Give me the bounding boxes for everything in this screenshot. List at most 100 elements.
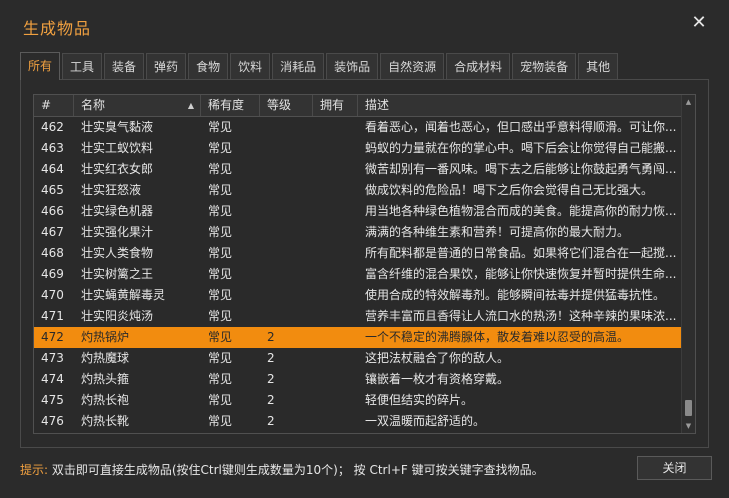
cell-id: 464 [41,162,64,176]
table-row[interactable]: 467 壮实强化果汁 常见 满满的各种维生素和营养！可提高你的最大耐力。 [34,222,682,243]
table-row[interactable]: 472 灼热锅炉 常见 2 一个不稳定的沸腾腺体，散发着难以忍受的高温。 [34,327,682,348]
item-table: # 名称 ▲ 稀有度 等级 拥有 描述 462 壮实臭气黏液 常见 看着恶心，闻着也恶… [33,94,696,434]
cell-id: 467 [41,225,64,239]
cell-owned [313,411,358,432]
tab-10[interactable]: 宠物装备 [512,53,577,79]
cell-owned [313,243,358,264]
cell-owned [313,306,358,327]
scroll-down-arrow-icon[interactable]: ▼ [682,419,695,433]
cell-id: 474 [41,372,64,386]
cell-rarity: 常见 [208,372,233,386]
tab-1[interactable]: 工具 [62,53,103,79]
cell-desc: 微苦却别有一番风味。喝下去之后能够让你鼓起勇气勇闯... [365,162,677,176]
cell-id: 468 [41,246,64,260]
table-row[interactable]: 469 壮实树篱之王 常见 富含纤维的混合果饮，能够让你快速恢复并暂时提供生命... [34,264,682,285]
cell-rarity: 常见 [208,204,233,218]
tab-9[interactable]: 合成材料 [446,53,511,79]
cell-owned [313,180,358,201]
cell-desc: 蚂蚁的力量就在你的掌心中。喝下后会让你觉得自己能搬... [365,141,677,155]
cell-rarity: 常见 [208,246,233,260]
cell-name: 灼热魔球 [81,351,130,365]
cell-owned [313,117,358,138]
cell-id: 462 [41,120,64,134]
cell-id: 472 [41,330,64,344]
tab-11[interactable]: 其他 [578,53,619,79]
tab-2[interactable]: 装备 [104,53,145,79]
cell-desc: 轻便但结实的碎片。 [365,393,474,407]
column-header-owned[interactable]: 拥有 [313,95,358,116]
column-header-name-label: 名称 [81,98,106,112]
cell-level: 2 [267,372,275,386]
cell-level [260,285,313,306]
cell-desc: 所有配料都是普通的日常食品。如果将它们混合在一起搅... [365,246,677,260]
cell-level [260,138,313,159]
cell-owned [313,390,358,411]
cell-desc: 使用合成的特效解毒剂。能够瞬间祛毒并提供猛毒抗性。 [365,288,666,302]
category-tabs: 所有 工具 装备 弹药 食物 饮料 消耗品 装饰品 自然资源 合成材料 宠物装备 其他 [20,52,620,80]
column-header-description[interactable]: 描述 [358,95,682,116]
hint-text: 双击即可直接生成物品(按住Ctrl键则生成数量为10个)； 按 Ctrl+F 键… [48,463,544,477]
table-row[interactable]: 468 壮实人类食物 常见 所有配料都是普通的日常食品。如果将它们混合在一起搅... [34,243,682,264]
tab-8[interactable]: 自然资源 [380,53,445,79]
cell-rarity: 常见 [208,309,233,323]
cell-id: 471 [41,309,64,323]
cell-owned [313,222,358,243]
table-row[interactable]: 474 灼热头箍 常见 2 镶嵌着一枚才有资格穿戴。 [34,369,682,390]
table-row[interactable]: 463 壮实工蚁饮料 常见 蚂蚁的力量就在你的掌心中。喝下后会让你觉得自己能搬... [34,138,682,159]
close-icon[interactable]: ✕ [689,13,709,33]
close-button[interactable]: 关闭 [637,456,712,480]
table-row[interactable]: 462 壮实臭气黏液 常见 看着恶心，闻着也恶心，但口感出乎意料得顺滑。可让你... [34,117,682,138]
cell-rarity: 常见 [208,120,233,134]
cell-desc: 这把法杖融合了你的敌人。 [365,351,510,365]
cell-desc: 看着恶心，闻着也恶心，但口感出乎意料得顺滑。可让你... [365,120,677,134]
cell-rarity: 常见 [208,351,233,365]
tab-0[interactable]: 所有 [20,52,61,80]
cell-owned [313,159,358,180]
cell-level: 2 [267,393,275,407]
cell-desc: 满满的各种维生素和营养！可提高你的最大耐力。 [365,225,630,239]
tab-6[interactable]: 消耗品 [272,53,325,79]
scroll-up-arrow-icon[interactable]: ▲ [682,95,695,109]
cell-name: 灼热长袍 [81,393,130,407]
cell-rarity: 常见 [208,288,233,302]
cell-id: 470 [41,288,64,302]
cell-level [260,306,313,327]
cell-owned [313,138,358,159]
cell-desc: 用当地各种绿色植物混合而成的美食。能提高你的耐力恢... [365,204,677,218]
cell-name: 壮实工蚁饮料 [81,141,154,155]
table-row[interactable]: 470 壮实蝇黄解毒灵 常见 使用合成的特效解毒剂。能够瞬间祛毒并提供猛毒抗性。 [34,285,682,306]
cell-level [260,201,313,222]
table-row[interactable]: 465 壮实狂怒液 常见 做成饮料的危险品！喝下之后你会觉得自己无比强大。 [34,180,682,201]
cell-rarity: 常见 [208,330,233,344]
scrollbar-thumb[interactable] [685,400,692,416]
cell-owned [313,369,358,390]
column-header-name[interactable]: 名称 ▲ [74,95,201,116]
column-header-level[interactable]: 等级 [260,95,313,116]
tab-3[interactable]: 弹药 [146,53,187,79]
cell-name: 壮实蝇黄解毒灵 [81,288,166,302]
tab-7[interactable]: 装饰品 [326,53,379,79]
cell-owned [313,327,358,348]
table-row[interactable]: 475 灼热长袍 常见 2 轻便但结实的碎片。 [34,390,682,411]
cell-name: 灼热头箍 [81,372,130,386]
cell-name: 灼热长靴 [81,414,130,428]
table-body: 462 壮实臭气黏液 常见 看着恶心，闻着也恶心，但口感出乎意料得顺滑。可让你... 4… [34,117,682,432]
table-row[interactable]: 466 壮实绿色机器 常见 用当地各种绿色植物混合而成的美食。能提高你的耐力恢... [34,201,682,222]
column-header-rarity[interactable]: 稀有度 [201,95,260,116]
cell-id: 466 [41,204,64,218]
tab-4[interactable]: 食物 [188,53,229,79]
column-header-id[interactable]: # [34,95,74,116]
table-row[interactable]: 464 壮实红衣女郎 常见 微苦却别有一番风味。喝下去之后能够让你鼓起勇气勇闯... [34,159,682,180]
tab-5[interactable]: 饮料 [230,53,271,79]
cell-level: 2 [267,414,275,428]
cell-rarity: 常见 [208,162,233,176]
cell-desc: 做成饮料的危险品！喝下之后你会觉得自己无比强大。 [365,183,654,197]
cell-owned [313,348,358,369]
footer-hint: 提示: 双击即可直接生成物品(按住Ctrl键则生成数量为10个)； 按 Ctrl… [20,461,544,478]
vertical-scrollbar[interactable]: ▲ ▼ [681,95,695,433]
table-row[interactable]: 471 壮实阳炎炖汤 常见 营养丰富而且香得让人流口水的热汤！这种辛辣的果味浓... [34,306,682,327]
cell-level [260,180,313,201]
cell-level: 2 [267,351,275,365]
table-row[interactable]: 476 灼热长靴 常见 2 一双温暖而起舒适的。 [34,411,682,432]
table-row[interactable]: 473 灼热魔球 常见 2 这把法杖融合了你的敌人。 [34,348,682,369]
